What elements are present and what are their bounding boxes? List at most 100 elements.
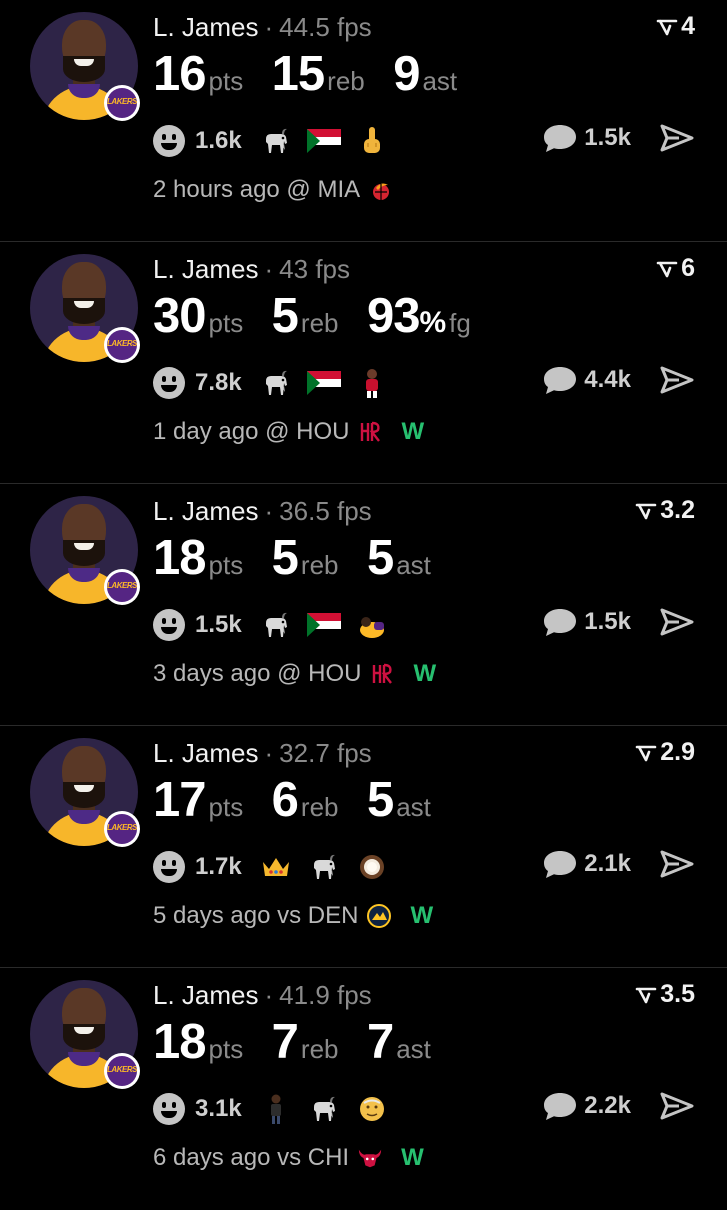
- separator: ·: [264, 254, 274, 284]
- post-card[interactable]: LAKERS L. James · 36.5 fps 3.2 18 pts 5 reb …: [0, 484, 727, 726]
- stat-rebounds: 6 reb: [272, 772, 339, 828]
- smiley-icon[interactable]: [153, 851, 185, 883]
- smiley-icon[interactable]: [153, 125, 185, 157]
- stat-unit: reb: [300, 308, 339, 338]
- comment-icon[interactable]: [542, 365, 578, 395]
- smiley-icon[interactable]: [153, 1093, 185, 1125]
- stat-points: 30 pts: [153, 288, 243, 344]
- goat-icon[interactable]: [306, 849, 342, 885]
- comment-icon[interactable]: [542, 849, 578, 879]
- bulls-icon: [357, 1145, 383, 1171]
- comment-icon[interactable]: [542, 607, 578, 637]
- coconut-icon[interactable]: [354, 849, 390, 885]
- stat-value: 5: [271, 289, 299, 343]
- stat-points: 18 pts: [153, 530, 243, 586]
- smiley-icon[interactable]: [153, 367, 185, 399]
- player-figure-icon[interactable]: [354, 365, 390, 401]
- stat-line: 30 pts 5 reb 93% fg: [153, 288, 495, 344]
- comment-icon[interactable]: [542, 1091, 578, 1121]
- goat-icon[interactable]: [258, 123, 294, 159]
- stat-unit: pts: [208, 792, 244, 822]
- share-icon[interactable]: [659, 123, 695, 153]
- stat-points: 18 pts: [153, 1014, 243, 1070]
- crown-icon[interactable]: [258, 849, 294, 885]
- old-man-icon[interactable]: [354, 1091, 390, 1127]
- comment-group[interactable]: 1.5k: [542, 123, 695, 153]
- stat-field-goal-pct: 93% fg: [367, 288, 471, 344]
- post-card[interactable]: LAKERS L. James · 43 fps 6 30 pts 5 reb 93% f…: [0, 242, 727, 484]
- fps-value: 41.9 fps: [279, 980, 372, 1010]
- reaction-count: 7.8k: [195, 369, 242, 396]
- post-card[interactable]: LAKERS L. James · 32.7 fps 2.9 17 pts 6 reb …: [0, 726, 727, 968]
- game-meta: 6 days ago vs CHI W: [153, 1144, 424, 1172]
- stat-unit: reb: [300, 550, 339, 580]
- player-name[interactable]: L. James: [153, 254, 259, 284]
- game-time-opponent: 5 days ago vs DEN: [153, 902, 359, 929]
- stat-rebounds: 5 reb: [272, 288, 339, 344]
- name-line: L. James · 32.7 fps: [153, 738, 372, 769]
- stat-unit: reb: [300, 792, 339, 822]
- kneeling-figure-icon[interactable]: [354, 607, 390, 643]
- game-time-opponent: 2 hours ago @ MIA: [153, 176, 361, 203]
- share-icon[interactable]: [659, 607, 695, 637]
- goat-icon[interactable]: [258, 607, 294, 643]
- stat-value: 7: [271, 1015, 299, 1069]
- lakers-logo-icon: LAKERS: [104, 811, 140, 847]
- stat-unit: pts: [208, 1034, 244, 1064]
- stat-unit: fg: [449, 308, 471, 338]
- sudan-flag-icon[interactable]: [306, 607, 342, 643]
- post-card[interactable]: LAKERS L. James · 44.5 fps 4 16 pts 15 reb 9…: [0, 0, 727, 242]
- comment-group[interactable]: 2.2k: [542, 1091, 695, 1121]
- stat-value: 93: [366, 289, 421, 343]
- smiley-icon[interactable]: [153, 609, 185, 641]
- stat-unit: pts: [208, 550, 244, 580]
- name-line: L. James · 44.5 fps: [153, 12, 372, 43]
- win-indicator: W: [401, 418, 425, 445]
- stat-assists: 5 ast: [367, 530, 431, 586]
- rank-icon: [656, 261, 678, 277]
- middle-finger-icon[interactable]: [354, 123, 390, 159]
- share-icon[interactable]: [659, 849, 695, 879]
- stat-value: 6: [271, 773, 299, 827]
- comment-group[interactable]: 1.5k: [542, 607, 695, 637]
- stat-assists: 9 ast: [393, 46, 457, 102]
- stat-value: 18: [153, 1015, 207, 1069]
- reaction-row: 1.6k: [153, 123, 402, 159]
- stat-line: 16 pts 15 reb 9 ast: [153, 46, 481, 102]
- goat-icon[interactable]: [258, 365, 294, 401]
- player-name[interactable]: L. James: [153, 496, 259, 526]
- stat-rebounds: 7 reb: [272, 1014, 339, 1070]
- rank-icon: [635, 987, 657, 1003]
- rank-badge: 2.9: [635, 738, 695, 767]
- stat-unit: ast: [396, 550, 431, 580]
- nuggets-icon: [366, 903, 392, 929]
- reaction-row: 1.7k: [153, 849, 402, 885]
- share-icon[interactable]: [659, 1091, 695, 1121]
- goat-icon[interactable]: [306, 1091, 342, 1127]
- fps-value: 43 fps: [279, 254, 350, 284]
- player-name[interactable]: L. James: [153, 12, 259, 42]
- name-line: L. James · 43 fps: [153, 254, 350, 285]
- stat-assists: 5 ast: [367, 772, 431, 828]
- rank-icon: [635, 745, 657, 761]
- rank-icon: [635, 503, 657, 519]
- comment-group[interactable]: 4.4k: [542, 365, 695, 395]
- name-line: L. James · 36.5 fps: [153, 496, 372, 527]
- reaction-count: 1.7k: [195, 853, 242, 880]
- sudan-flag-icon[interactable]: [306, 365, 342, 401]
- player-name[interactable]: L. James: [153, 738, 259, 768]
- comment-group[interactable]: 2.1k: [542, 849, 695, 879]
- separator: ·: [264, 980, 274, 1010]
- separator: ·: [264, 738, 274, 768]
- separator: ·: [264, 496, 274, 526]
- game-meta: 2 hours ago @ MIA: [153, 176, 394, 204]
- reaction-count: 3.1k: [195, 1095, 242, 1122]
- comment-icon[interactable]: [542, 123, 578, 153]
- reaction-row: 7.8k: [153, 365, 402, 401]
- share-icon[interactable]: [659, 365, 695, 395]
- sudan-flag-icon[interactable]: [306, 123, 342, 159]
- post-card[interactable]: LAKERS L. James · 41.9 fps 3.5 18 pts 7 reb …: [0, 968, 727, 1210]
- standing-figure-icon[interactable]: [258, 1091, 294, 1127]
- comment-count: 2.2k: [584, 1092, 631, 1119]
- player-name[interactable]: L. James: [153, 980, 259, 1010]
